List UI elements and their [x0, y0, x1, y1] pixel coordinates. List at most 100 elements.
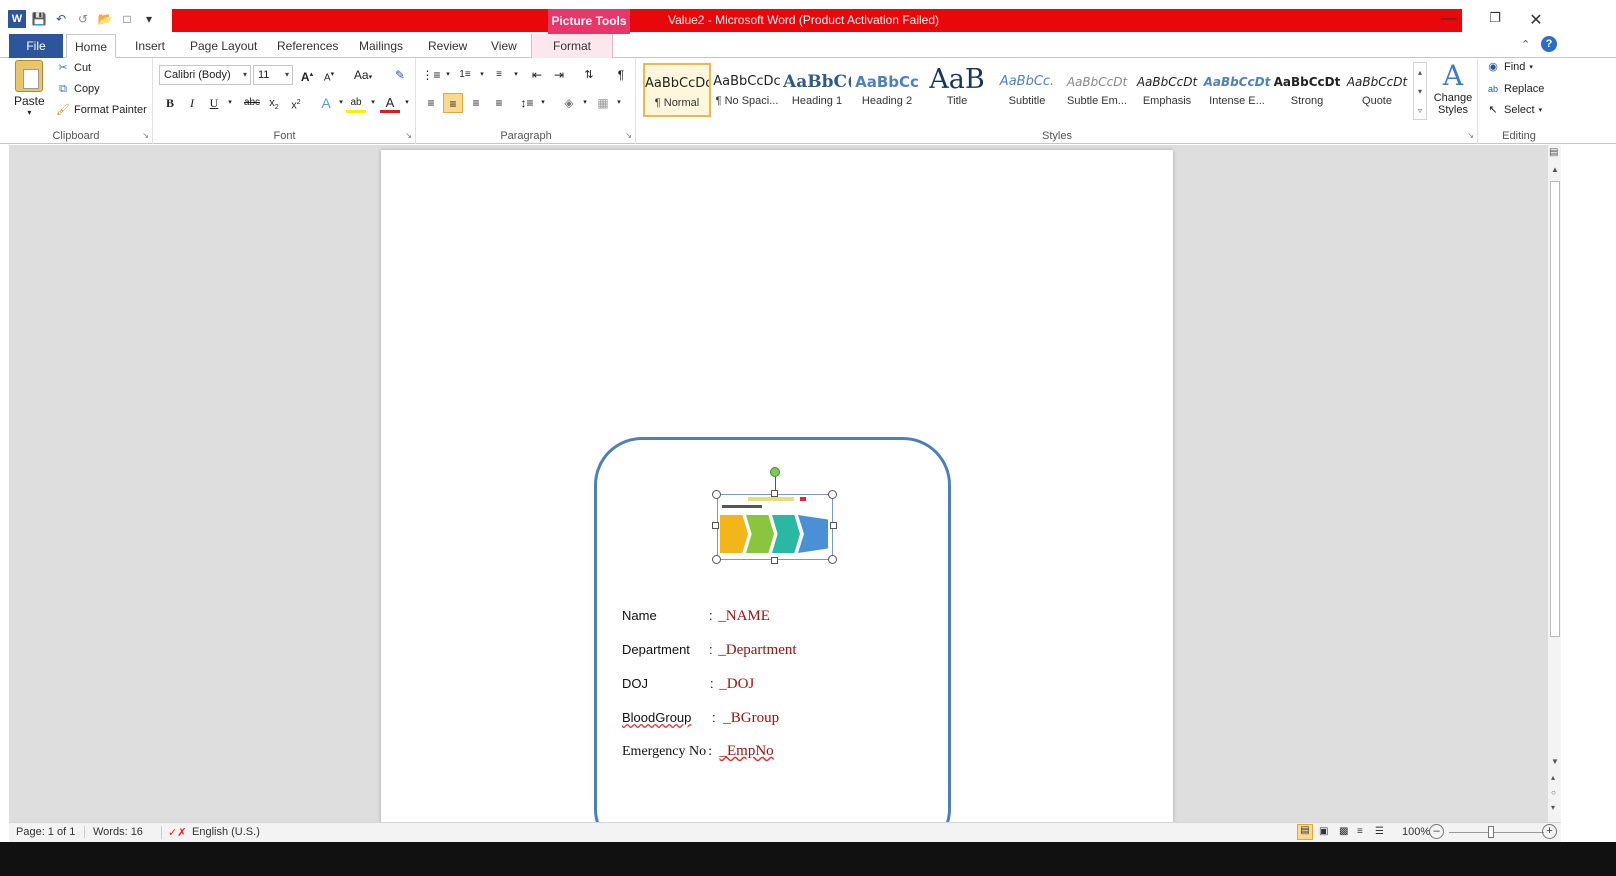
- underline-dropdown-icon[interactable]: ▾: [220, 93, 240, 113]
- italic-icon[interactable]: I: [182, 93, 202, 113]
- print-layout-icon[interactable]: ▤: [1297, 824, 1313, 840]
- browse-object-icon[interactable]: ○: [1551, 788, 1556, 797]
- tab-mailings[interactable]: Mailings: [351, 34, 411, 58]
- zoom-level[interactable]: 100%: [1402, 826, 1430, 838]
- copy-button[interactable]: ⧉ Copy: [56, 82, 100, 96]
- paragraph-launcher-icon[interactable]: ↘: [625, 131, 632, 140]
- language[interactable]: English (U.S.): [192, 826, 260, 838]
- tab-page-layout[interactable]: Page Layout: [182, 34, 265, 58]
- line-spacing-dropdown-icon[interactable]: ▾: [533, 93, 553, 113]
- field-doj-row[interactable]: DOJ: _DOJ: [622, 676, 754, 693]
- zoom-out-icon[interactable]: –: [1429, 824, 1444, 839]
- save-icon[interactable]: 💾: [30, 10, 48, 28]
- web-layout-icon[interactable]: ▩: [1339, 826, 1348, 837]
- minimize-button[interactable]: —: [1434, 10, 1464, 32]
- grow-font-icon[interactable]: A▴: [297, 65, 317, 85]
- vertical-scrollbar[interactable]: ▤ ▲ ▼ ▴ ○ ▾: [1547, 145, 1561, 822]
- paste-button[interactable]: Paste ▾: [14, 60, 45, 117]
- minimize-ribbon-icon[interactable]: ⌃: [1521, 38, 1530, 51]
- field-name-row[interactable]: Name: _NAME: [622, 608, 770, 625]
- tab-references[interactable]: References: [269, 34, 346, 58]
- tab-review[interactable]: Review: [420, 34, 475, 58]
- decrease-indent-icon[interactable]: ⇤: [527, 65, 547, 85]
- zoom-slider-thumb[interactable]: [1488, 826, 1494, 838]
- document-page[interactable]: Name: _NAME Department: _Department DOJ:…: [381, 150, 1173, 822]
- document-area[interactable]: Name: _NAME Department: _Department DOJ:…: [9, 145, 1547, 822]
- scroll-up-icon[interactable]: ▲: [1551, 165, 1559, 174]
- style-quote[interactable]: AaBbCcDt Quote: [1343, 63, 1411, 117]
- restore-button[interactable]: ❐: [1480, 10, 1510, 32]
- style-title[interactable]: AaB Title: [923, 63, 991, 117]
- proofing-icon[interactable]: ✓✗: [161, 826, 186, 839]
- style-normal[interactable]: AaBbCcDc ¶ Normal: [643, 63, 711, 117]
- previous-page-icon[interactable]: ▴: [1551, 773, 1555, 782]
- help-icon[interactable]: ?: [1541, 36, 1557, 52]
- font-color-dropdown-icon[interactable]: ▾: [397, 93, 417, 113]
- style-subtle-emphasis[interactable]: AaBbCcDt Subtle Em...: [1063, 63, 1131, 117]
- increase-indent-icon[interactable]: ⇥: [549, 65, 569, 85]
- find-button[interactable]: ◉ Find ▾: [1486, 60, 1533, 74]
- style-emphasis[interactable]: AaBbCcDt Emphasis: [1133, 63, 1201, 117]
- rotate-handle[interactable]: [770, 467, 780, 477]
- new-document-icon[interactable]: □: [118, 10, 136, 28]
- resize-handle[interactable]: [828, 490, 837, 499]
- style-intense-emphasis[interactable]: AaBbCcDt Intense E...: [1203, 63, 1271, 117]
- resize-handle[interactable]: [712, 490, 721, 499]
- field-department-row[interactable]: Department: _Department: [622, 642, 797, 659]
- cut-button[interactable]: ✂ Cut: [56, 61, 91, 75]
- word-count[interactable]: Words: 16: [84, 826, 143, 838]
- multilevel-dropdown-icon[interactable]: ▾: [506, 65, 526, 85]
- scroll-down-icon[interactable]: ▼: [1551, 757, 1559, 766]
- resize-handle[interactable]: [712, 522, 719, 529]
- bold-icon[interactable]: B: [160, 93, 180, 113]
- show-formatting-icon[interactable]: ¶: [611, 65, 631, 85]
- font-launcher-icon[interactable]: ↘: [405, 131, 412, 140]
- resize-handle[interactable]: [771, 557, 778, 564]
- undo-icon[interactable]: ↶: [52, 10, 70, 28]
- style-heading-2[interactable]: AaBbCc Heading 2: [853, 63, 921, 117]
- scroll-thumb[interactable]: [1550, 181, 1560, 637]
- shading-dropdown-icon[interactable]: ▾: [575, 93, 595, 113]
- outline-icon[interactable]: ≡: [1357, 826, 1363, 837]
- resize-handle[interactable]: [828, 555, 837, 564]
- id-card-shape[interactable]: Name: _NAME Department: _Department DOJ:…: [594, 437, 951, 822]
- replace-button[interactable]: ab Replace: [1486, 82, 1544, 96]
- resize-handle[interactable]: [830, 522, 837, 529]
- clear-formatting-icon[interactable]: ✎: [390, 65, 410, 85]
- zoom-in-icon[interactable]: +: [1542, 824, 1557, 839]
- tab-file[interactable]: File: [9, 34, 63, 58]
- justify-icon[interactable]: ≡: [489, 93, 509, 113]
- close-button[interactable]: ✕: [1521, 10, 1551, 32]
- sort-icon[interactable]: ⇅: [579, 65, 599, 85]
- tab-insert[interactable]: Insert: [127, 34, 173, 58]
- font-size-combo[interactable]: 11 ▾: [253, 65, 293, 85]
- style-heading-1[interactable]: AaBbC( Heading 1: [783, 63, 851, 117]
- clipboard-launcher-icon[interactable]: ↘: [142, 131, 149, 140]
- redo-icon[interactable]: ↺: [74, 10, 92, 28]
- strikethrough-icon[interactable]: abc: [240, 93, 264, 113]
- style-strong[interactable]: AaBbCcDt Strong: [1273, 63, 1341, 117]
- tab-home[interactable]: Home: [66, 34, 117, 58]
- draft-icon[interactable]: ☰: [1375, 826, 1384, 837]
- change-case-button[interactable]: Aa▾: [350, 65, 376, 85]
- ruler-toggle-icon[interactable]: ▤: [1549, 147, 1558, 158]
- embedded-picture[interactable]: [717, 494, 833, 560]
- change-styles-button[interactable]: A Change Styles: [1432, 60, 1474, 117]
- tab-format[interactable]: Format: [531, 34, 613, 58]
- page-count[interactable]: Page: 1 of 1: [16, 826, 75, 838]
- next-page-icon[interactable]: ▾: [1551, 803, 1555, 812]
- resize-handle[interactable]: [771, 490, 778, 497]
- align-center-icon[interactable]: ≡: [443, 93, 463, 113]
- align-left-icon[interactable]: ≡: [421, 93, 441, 113]
- open-folder-icon[interactable]: 📂: [96, 10, 114, 28]
- field-bloodgroup-row[interactable]: BloodGroup: _BGroup: [622, 710, 779, 727]
- field-emergency-row[interactable]: Emergency No: _EmpNo: [622, 743, 774, 760]
- shrink-font-icon[interactable]: A▾: [319, 65, 339, 85]
- select-button[interactable]: ↖ Select ▾: [1486, 103, 1542, 117]
- align-right-icon[interactable]: ≡: [466, 93, 486, 113]
- full-screen-reading-icon[interactable]: ▣: [1319, 826, 1328, 837]
- zoom-slider-track[interactable]: [1449, 832, 1544, 833]
- style-subtitle[interactable]: AaBbCc. Subtitle: [993, 63, 1061, 117]
- customize-qat-icon[interactable]: ▾: [140, 10, 158, 28]
- subscript-icon[interactable]: x2: [264, 93, 284, 113]
